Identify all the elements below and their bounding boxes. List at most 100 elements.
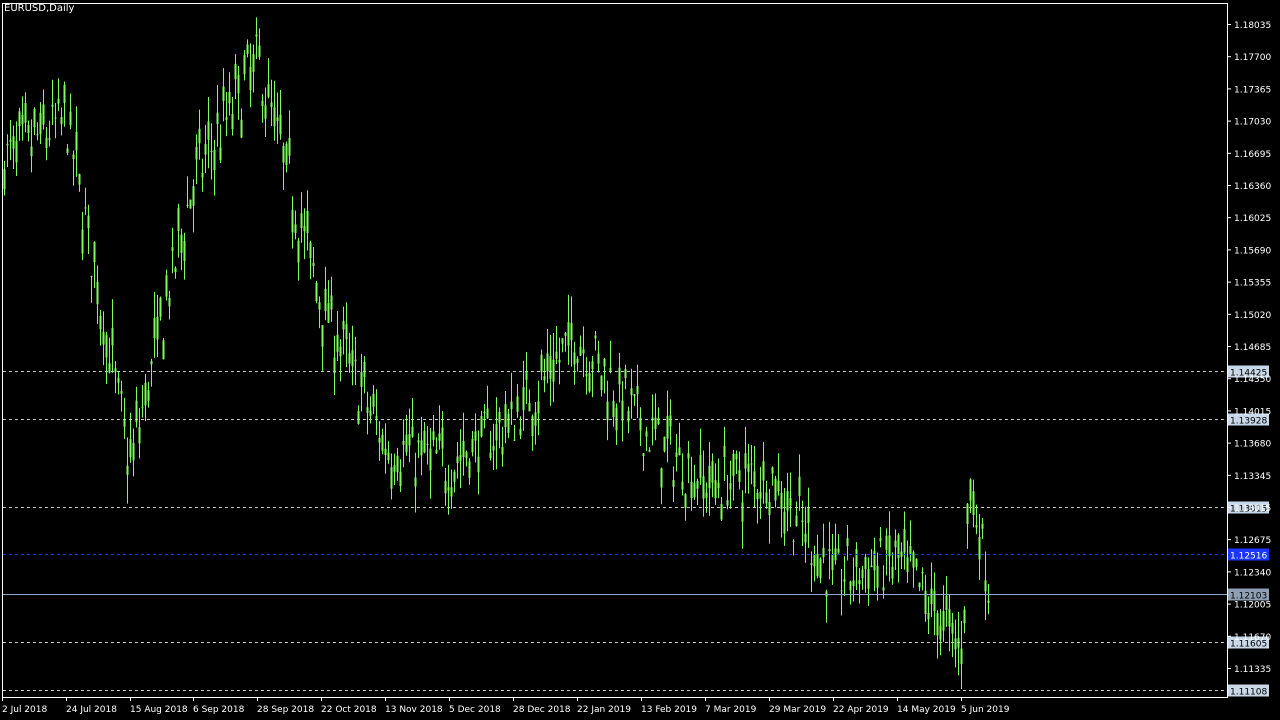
- candle-body: [312, 262, 315, 267]
- candle: [549, 334, 552, 406]
- candle: [435, 437, 438, 454]
- candle-body: [69, 111, 72, 126]
- candle-body: [417, 440, 420, 443]
- candle-body: [672, 480, 675, 487]
- candle-body: [612, 401, 615, 418]
- candle-body: [561, 338, 564, 344]
- candle: [945, 575, 948, 627]
- candle: [258, 28, 261, 60]
- candle: [168, 290, 171, 320]
- candle-body: [174, 268, 177, 273]
- candle-body: [969, 479, 972, 501]
- candle-body: [768, 501, 771, 516]
- candle-body: [480, 415, 483, 437]
- candle: [966, 503, 969, 549]
- candle-body: [861, 569, 864, 579]
- candle: [399, 459, 402, 492]
- candle-body: [363, 362, 366, 378]
- candle: [219, 124, 222, 163]
- candle: [189, 199, 192, 209]
- candle-body: [132, 442, 135, 461]
- candle: [669, 399, 672, 445]
- candle: [618, 352, 621, 403]
- candle: [72, 150, 75, 186]
- plot-frame: [2, 3, 1228, 698]
- candle: [888, 511, 891, 582]
- y-tick-label: 1.16360: [1234, 182, 1271, 192]
- candle-body: [81, 229, 84, 254]
- candle: [492, 423, 495, 470]
- candle: [849, 580, 852, 605]
- candle-body: [675, 452, 678, 457]
- candle-body: [96, 281, 99, 305]
- candle: [468, 458, 471, 485]
- candle-body: [522, 387, 525, 411]
- candle-body: [126, 465, 129, 475]
- candle-body: [951, 623, 954, 634]
- candle-body: [837, 548, 840, 553]
- candle: [810, 551, 813, 593]
- candle: [297, 237, 300, 281]
- candle: [135, 386, 138, 428]
- candle: [507, 408, 510, 439]
- candle: [747, 444, 750, 494]
- candle-body: [393, 465, 396, 472]
- candle: [981, 517, 984, 540]
- candle-body: [447, 487, 450, 491]
- candle: [537, 380, 540, 436]
- candle: [171, 227, 174, 274]
- candle: [288, 110, 291, 164]
- price-label: 1.11108: [1230, 688, 1267, 698]
- x-tick-label: 22 Oct 2018: [321, 705, 377, 715]
- candle: [750, 445, 753, 485]
- candle-body: [57, 98, 60, 104]
- candle-body: [135, 400, 138, 423]
- candle: [252, 44, 255, 93]
- chart-window[interactable]: EURUSD,Daily 1.14425 1.13928 1.13015 1.1251…: [0, 0, 1280, 720]
- candle-body: [654, 417, 657, 430]
- candle-body: [912, 552, 915, 568]
- candle: [228, 72, 231, 116]
- candle-body: [576, 358, 579, 363]
- y-tick-label: 1.12340: [1234, 568, 1271, 578]
- candle-body: [726, 500, 729, 506]
- candle: [843, 556, 846, 596]
- candle-body: [507, 413, 510, 433]
- candle: [612, 390, 615, 427]
- candle-body: [909, 546, 912, 556]
- x-tick-label: 29 Mar 2019: [769, 705, 826, 715]
- price-chart[interactable]: 1.144251.139281.130151.125161.121031.116…: [0, 0, 1280, 720]
- candle-body: [192, 186, 195, 206]
- candle-body: [369, 410, 372, 417]
- candle: [132, 428, 135, 477]
- candle: [780, 481, 783, 538]
- candle-body: [696, 480, 699, 489]
- candle: [789, 472, 792, 527]
- x-tick-label: 5 Dec 2018: [449, 705, 501, 715]
- candle: [600, 375, 603, 397]
- candle-body: [663, 436, 666, 452]
- candle-body: [9, 139, 12, 142]
- candle: [591, 355, 594, 398]
- candle-body: [456, 456, 459, 463]
- candle-body: [384, 448, 387, 456]
- candle: [579, 335, 582, 356]
- candle: [987, 583, 990, 615]
- candle-body: [21, 114, 24, 125]
- candle: [939, 609, 942, 656]
- candle-body: [489, 452, 492, 458]
- candle: [693, 464, 696, 500]
- candle-body: [843, 579, 846, 582]
- candle-body: [525, 371, 528, 380]
- candle: [924, 574, 927, 622]
- candle: [102, 311, 105, 366]
- candle-body: [225, 117, 228, 120]
- candle-body: [573, 352, 576, 365]
- candle: [771, 466, 774, 486]
- candle: [378, 421, 381, 461]
- candle-body: [468, 461, 471, 478]
- candle-body: [516, 396, 519, 412]
- candle: [984, 551, 987, 621]
- candle-body: [564, 332, 567, 336]
- candle: [639, 407, 642, 447]
